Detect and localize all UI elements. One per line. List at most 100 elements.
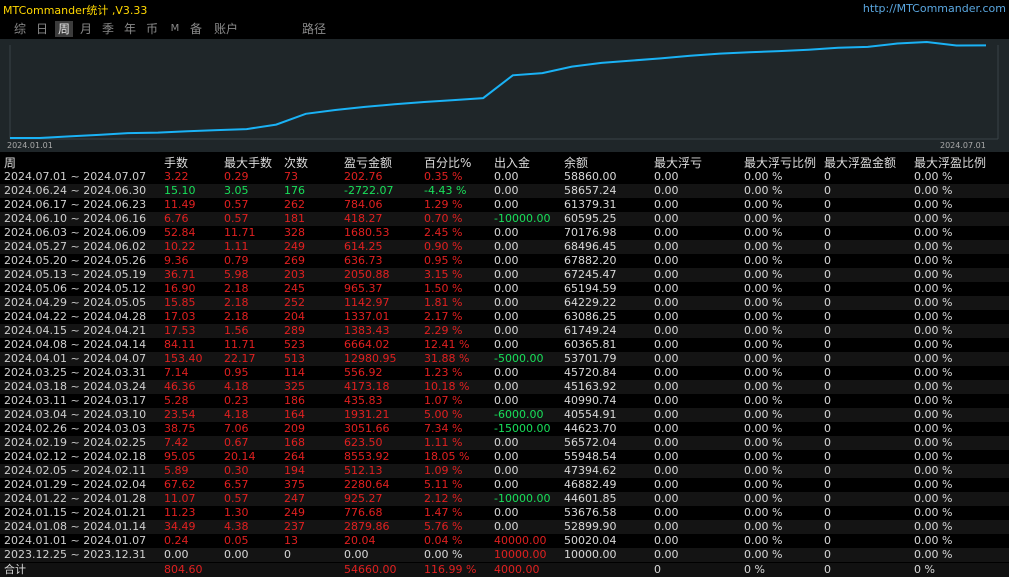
cell-max-lots: 0.23	[224, 394, 249, 407]
table-row[interactable]: 2024.07.01 ~ 2024.07.07 3.22 0.29 73 202.76 0…	[0, 170, 1009, 184]
table-row[interactable]: 2024.05.13 ~ 2024.05.19 36.71 5.98 203 2050.…	[0, 268, 1009, 282]
tab-path[interactable]: 路径	[299, 21, 329, 37]
table-row[interactable]: 2024.06.24 ~ 2024.06.30 15.10 3.05 176 -2722…	[0, 184, 1009, 198]
cell-lots: 16.90	[164, 282, 196, 295]
cell-max-lots: 22.17	[224, 352, 256, 365]
total-label: 合计	[4, 563, 26, 576]
cell-max-float-profit-ratio: 0.00 %	[914, 520, 953, 533]
table-row[interactable]: 2024.03.25 ~ 2024.03.31 7.14 0.95 114 556.92…	[0, 366, 1009, 380]
table-row[interactable]: 2024.05.20 ~ 2024.05.26 9.36 0.79 269 636.73…	[0, 254, 1009, 268]
cell-deposit-withdraw: 0.00	[494, 436, 519, 449]
cell-balance: 70176.98	[564, 226, 617, 239]
cell-max-lots: 2.18	[224, 282, 249, 295]
table-row[interactable]: 2024.01.01 ~ 2024.01.07 0.24 0.05 13 20.04 0.…	[0, 534, 1009, 548]
table-row[interactable]: 2024.01.22 ~ 2024.01.28 11.07 0.57 247 925.2…	[0, 492, 1009, 506]
cell-deposit-withdraw: 0.00	[494, 268, 519, 281]
cell-max-float-profit: 0	[824, 436, 831, 449]
cell-deposit-withdraw: 0.00	[494, 520, 519, 533]
cell-deposit-withdraw: -5000.00	[494, 352, 544, 365]
tab-summary[interactable]: 综	[11, 21, 29, 37]
cell-trades: 186	[284, 394, 305, 407]
cell-max-float-profit: 0	[824, 198, 831, 211]
tab-notes[interactable]: 备	[187, 21, 205, 37]
tab-currency[interactable]: 币	[143, 21, 161, 37]
table-row[interactable]: 2024.06.03 ~ 2024.06.09 52.84 11.71 328 1680…	[0, 226, 1009, 240]
cell-percent: 2.17 %	[424, 310, 463, 323]
tab-monthly[interactable]: 月	[77, 21, 95, 37]
table-row[interactable]: 2024.04.22 ~ 2024.04.28 17.03 2.18 204 1337.…	[0, 310, 1009, 324]
tab-m[interactable]: M	[166, 21, 184, 37]
cell-lots: 11.49	[164, 198, 196, 211]
table-row[interactable]: 2024.02.05 ~ 2024.02.11 5.89 0.30 194 512.13…	[0, 464, 1009, 478]
cell-profit: 623.50	[344, 436, 383, 449]
cell-max-float-loss: 0.00	[654, 212, 679, 225]
table-row[interactable]: 2024.02.12 ~ 2024.02.18 95.05 20.14 264 8553…	[0, 450, 1009, 464]
cell-deposit-withdraw: 0.00	[494, 366, 519, 379]
cell-max-float-loss: 0.00	[654, 282, 679, 295]
table-row[interactable]: 2024.03.18 ~ 2024.03.24 46.36 4.18 325 4173.…	[0, 380, 1009, 394]
table-row[interactable]: 2024.06.17 ~ 2024.06.23 11.49 0.57 262 784.0…	[0, 198, 1009, 212]
cell-week: 2024.06.03 ~ 2024.06.09	[4, 226, 147, 239]
table-row[interactable]: 2024.01.15 ~ 2024.01.21 11.23 1.30 249 776.6…	[0, 506, 1009, 520]
cell-max-float-profit: 0	[824, 394, 831, 407]
cell-profit: 202.76	[344, 170, 383, 183]
cell-max-float-loss-ratio: 0.00 %	[744, 324, 783, 337]
cell-max-float-loss-ratio: 0.00 %	[744, 198, 783, 211]
cell-deposit-withdraw: 0.00	[494, 184, 519, 197]
table-row[interactable]: 2024.05.06 ~ 2024.05.12 16.90 2.18 245 965.3…	[0, 282, 1009, 296]
table-row[interactable]: 2024.01.29 ~ 2024.02.04 67.62 6.57 375 2280.…	[0, 478, 1009, 492]
table-row[interactable]: 2024.04.29 ~ 2024.05.05 15.85 2.18 252 1142.…	[0, 296, 1009, 310]
cell-max-float-loss-ratio: 0.00 %	[744, 548, 783, 561]
cell-max-float-profit: 0	[824, 464, 831, 477]
cell-week: 2024.05.13 ~ 2024.05.19	[4, 268, 147, 281]
table-row[interactable]: 2024.06.10 ~ 2024.06.16 6.76 0.57 181 418.27…	[0, 212, 1009, 226]
cell-deposit-withdraw: 0.00	[494, 282, 519, 295]
tab-account[interactable]: 账户	[211, 21, 241, 37]
tab-daily[interactable]: 日	[33, 21, 51, 37]
cell-max-float-loss: 0.00	[654, 226, 679, 239]
tab-yearly[interactable]: 年	[121, 21, 139, 37]
table-row[interactable]: 2024.04.15 ~ 2024.04.21 17.53 1.56 289 1383.…	[0, 324, 1009, 338]
cell-week: 2024.06.24 ~ 2024.06.30	[4, 184, 147, 197]
cell-week: 2024.06.17 ~ 2024.06.23	[4, 198, 147, 211]
table-row[interactable]: 2024.04.01 ~ 2024.04.07 153.40 22.17 513 129…	[0, 352, 1009, 366]
total-max-float-loss-ratio: 0 %	[744, 563, 765, 576]
cell-max-float-profit-ratio: 0.00 %	[914, 436, 953, 449]
table-row[interactable]: 2024.05.27 ~ 2024.06.02 10.22 1.11 249 614.2…	[0, 240, 1009, 254]
cell-deposit-withdraw: 0.00	[494, 310, 519, 323]
cell-deposit-withdraw: -6000.00	[494, 408, 544, 421]
cell-max-float-profit: 0	[824, 240, 831, 253]
cell-profit: 784.06	[344, 198, 383, 211]
cell-max-float-loss: 0.00	[654, 464, 679, 477]
balance-line	[10, 40, 987, 139]
cell-max-float-loss-ratio: 0.00 %	[744, 352, 783, 365]
cell-deposit-withdraw: 0.00	[494, 464, 519, 477]
cell-balance: 60595.25	[564, 212, 617, 225]
cell-profit: 2050.88	[344, 268, 390, 281]
cell-max-float-profit: 0	[824, 296, 831, 309]
cell-lots: 9.36	[164, 254, 189, 267]
cell-balance: 68496.45	[564, 240, 617, 253]
table-row[interactable]: 2023.12.25 ~ 2023.12.31 0.00 0.00 0 0.00 0.00…	[0, 548, 1009, 562]
cell-percent: 0.90 %	[424, 240, 463, 253]
cell-percent: 1.50 %	[424, 282, 463, 295]
cell-profit: 0.00	[344, 548, 369, 561]
cell-percent: 10.18 %	[424, 380, 470, 393]
cell-max-float-loss: 0.00	[654, 310, 679, 323]
tab-weekly[interactable]: 周	[55, 21, 73, 37]
cell-max-float-loss: 0.00	[654, 478, 679, 491]
cell-profit: 1931.21	[344, 408, 390, 421]
cell-trades: 252	[284, 296, 305, 309]
cell-max-float-loss-ratio: 0.00 %	[744, 296, 783, 309]
cell-lots: 0.00	[164, 548, 189, 561]
table-row[interactable]: 2024.02.26 ~ 2024.03.03 38.75 7.06 209 3051.…	[0, 422, 1009, 436]
table-row[interactable]: 2024.01.08 ~ 2024.01.14 34.49 4.38 237 2879.…	[0, 520, 1009, 534]
table-row[interactable]: 2024.02.19 ~ 2024.02.25 7.42 0.67 168 623.50…	[0, 436, 1009, 450]
table-row[interactable]: 2024.03.04 ~ 2024.03.10 23.54 4.18 164 1931.…	[0, 408, 1009, 422]
balance-chart: 2024.01.01 2024.07.01	[0, 39, 1009, 152]
website-link[interactable]: http://MTCommander.com	[863, 2, 1006, 15]
table-row[interactable]: 2024.04.08 ~ 2024.04.14 84.11 11.71 523 6664…	[0, 338, 1009, 352]
tab-quarterly[interactable]: 季	[99, 21, 117, 37]
cell-lots: 36.71	[164, 268, 196, 281]
table-row[interactable]: 2024.03.11 ~ 2024.03.17 5.28 0.23 186 435.83…	[0, 394, 1009, 408]
